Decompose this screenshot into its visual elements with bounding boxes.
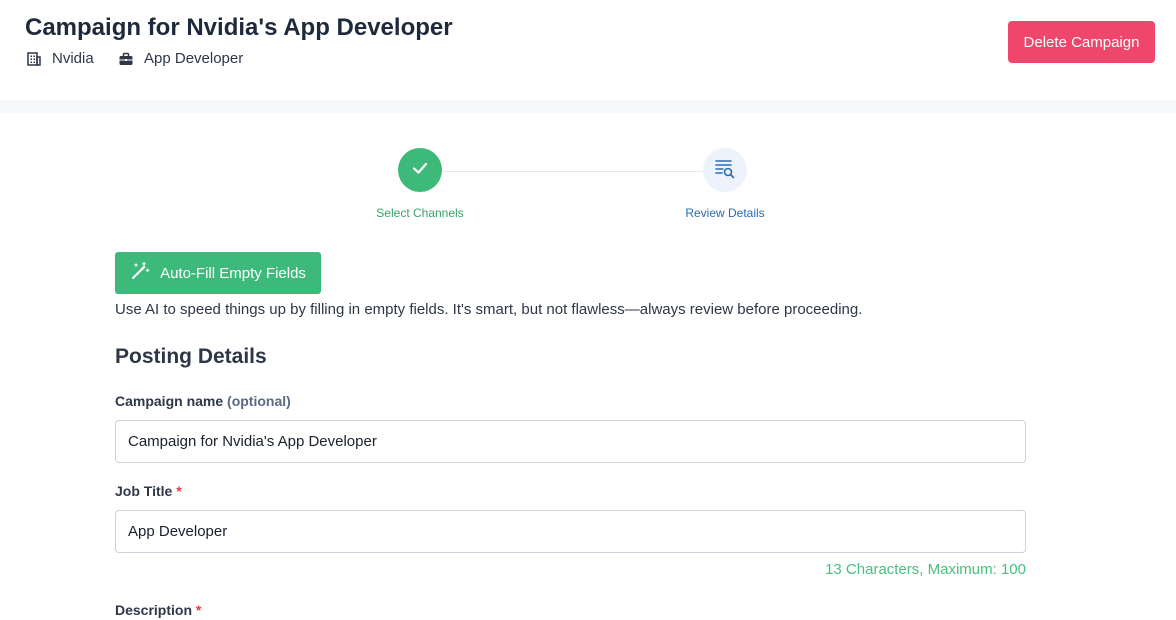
briefcase-icon	[118, 51, 134, 67]
job-meta: App Developer	[118, 50, 243, 67]
company-name: Nvidia	[52, 50, 94, 67]
step-connector	[441, 171, 703, 172]
description-label-text: Description	[115, 602, 193, 618]
job-name: App Developer	[144, 50, 244, 67]
step-review-details-label: Review Details	[685, 206, 765, 220]
delete-campaign-button[interactable]: Delete Campaign	[1008, 21, 1155, 63]
step-select-channels[interactable]	[398, 148, 442, 192]
job-title-input[interactable]	[115, 510, 1026, 553]
magic-wand-icon	[130, 261, 150, 285]
page-header: Campaign for Nvidia's App Developer Nvid…	[0, 0, 1176, 100]
campaign-name-label: Campaign name (optional)	[115, 393, 291, 409]
building-icon	[26, 51, 42, 67]
required-mark: *	[195, 602, 202, 618]
campaign-name-label-text: Campaign name	[115, 393, 224, 409]
campaign-name-input[interactable]	[115, 420, 1026, 463]
job-title-label-text: Job Title	[115, 483, 173, 499]
required-mark: *	[176, 483, 182, 499]
page-title: Campaign for Nvidia's App Developer	[25, 14, 453, 41]
header-divider	[0, 100, 1176, 113]
company-meta: Nvidia	[26, 50, 94, 67]
check-icon	[410, 158, 430, 183]
job-title-char-count: 13 Characters, Maximum: 100	[825, 561, 1026, 578]
auto-fill-help-text: Use AI to speed things up by filling in …	[115, 301, 863, 318]
auto-fill-button-label: Auto-Fill Empty Fields	[160, 264, 306, 282]
step-select-channels-label: Select Channels	[376, 206, 464, 220]
step-review-details[interactable]	[703, 148, 747, 192]
optional-tag: (optional)	[227, 393, 291, 409]
description-label: Description *	[115, 602, 201, 618]
posting-details-title: Posting Details	[115, 345, 267, 368]
job-title-label: Job Title *	[115, 483, 182, 499]
auto-fill-button[interactable]: Auto-Fill Empty Fields	[115, 252, 321, 294]
stepper: Select Channels Review Details	[0, 113, 1176, 233]
review-search-icon	[714, 157, 736, 184]
